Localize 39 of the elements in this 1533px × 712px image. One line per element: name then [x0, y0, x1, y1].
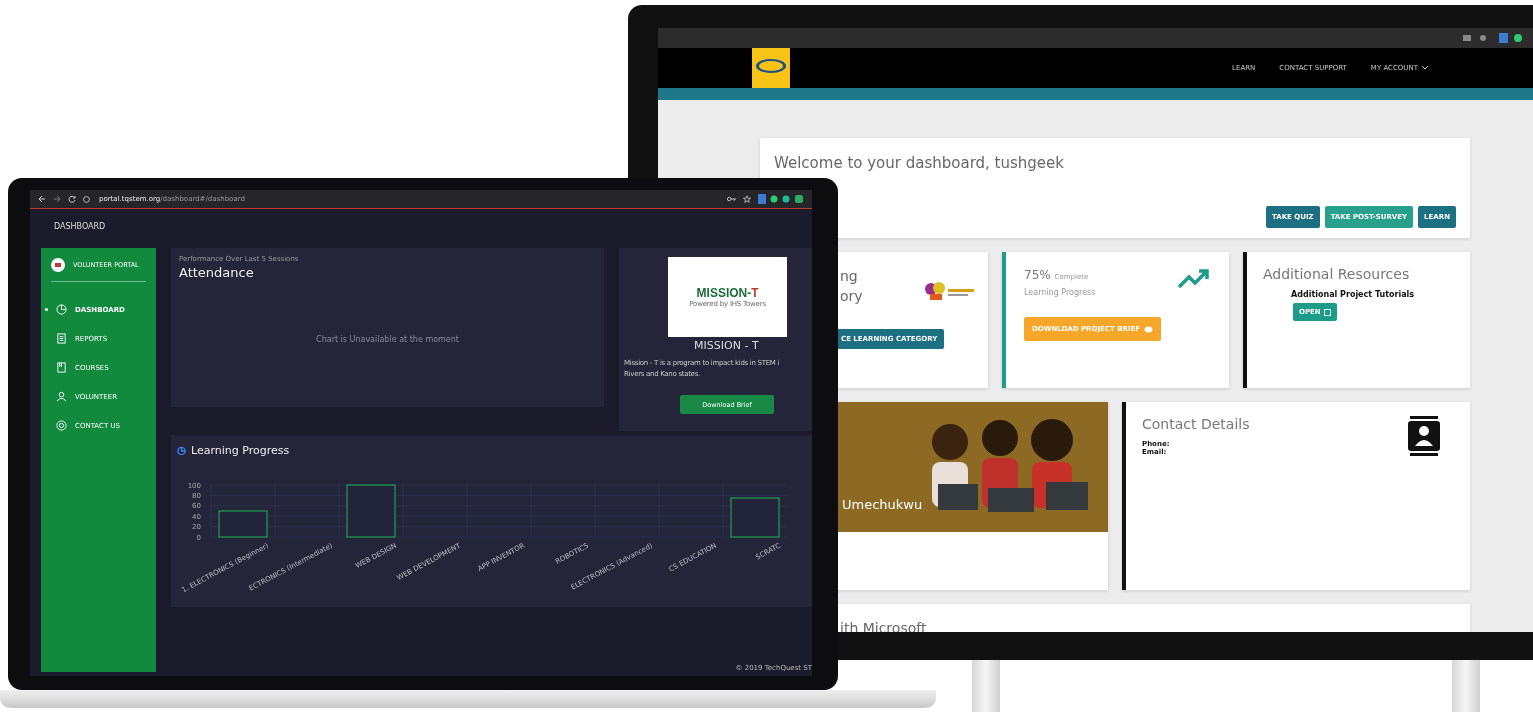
key-icon[interactable] — [727, 196, 736, 202]
browser-extension-icon[interactable] — [1463, 32, 1523, 44]
extension-icons[interactable] — [758, 194, 804, 204]
page-title: DASHBOARD — [53, 221, 107, 233]
card-title: Attendance — [179, 265, 255, 280]
chart-bar — [730, 497, 780, 538]
book-icon — [56, 362, 67, 373]
chart-bar — [218, 510, 268, 538]
star-icon[interactable] — [743, 195, 751, 203]
trend-up-icon — [1177, 268, 1211, 290]
monitor-stand-leg — [1452, 660, 1480, 712]
contact-book-icon — [1408, 416, 1440, 456]
external-link-icon — [1323, 308, 1331, 316]
card-title: Additional Resources — [1263, 266, 1411, 282]
mission-title: MISSION - T — [694, 339, 760, 352]
back-icon[interactable] — [38, 195, 46, 203]
resource-title: Additional Project Tutorials — [1291, 290, 1416, 299]
cloud-download-icon — [1144, 325, 1154, 333]
pie-chart-icon — [56, 304, 67, 315]
progress-label: Learning Progress — [1024, 288, 1096, 297]
category-logo-icon — [924, 280, 976, 302]
welcome-message: Welcome to your dashboard, tushgeek — [774, 154, 1065, 172]
profile-name: Umechukwu — [842, 497, 923, 512]
pie-chart-icon — [177, 446, 186, 455]
document-icon — [56, 333, 67, 344]
portal-logo-icon — [51, 258, 65, 272]
lifebuoy-icon — [56, 420, 67, 431]
empty-chart-message: Chart is Unavailable at the moment — [315, 335, 460, 344]
forward-icon[interactable] — [53, 195, 61, 203]
logo-icon[interactable] — [752, 48, 790, 88]
monitor-stand-leg — [972, 660, 1000, 712]
card-title: ng ory — [840, 267, 863, 307]
info-icon — [83, 195, 90, 203]
card-title: Learning Progress — [191, 444, 290, 457]
card-title: Contact Details — [1142, 416, 1250, 432]
person-icon — [56, 391, 67, 402]
reload-icon[interactable] — [68, 195, 76, 203]
chart-bar — [346, 484, 396, 538]
caret-icon — [1422, 66, 1428, 70]
